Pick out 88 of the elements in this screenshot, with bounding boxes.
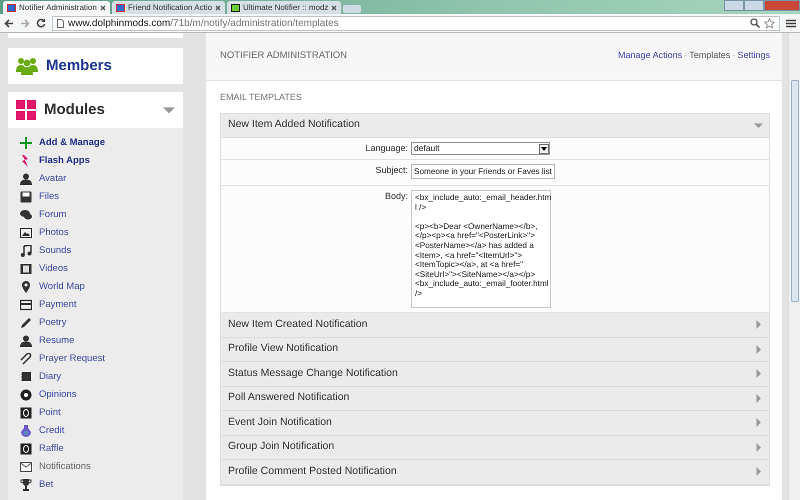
modules-icon [16, 100, 36, 120]
sidebar-item[interactable]: Point [20, 404, 183, 422]
nav-link[interactable]: Manage Actions [618, 50, 682, 60]
sidebar-item[interactable]: Resume [20, 332, 183, 350]
reload-icon[interactable] [36, 18, 46, 28]
sidebar-item[interactable]: Videos [20, 260, 183, 278]
dropdown-arrow-icon [541, 146, 547, 150]
sidebar-item[interactable]: Flash Apps [20, 152, 183, 170]
paperclip-icon [20, 353, 32, 365]
book-icon [20, 371, 32, 383]
sidebar-item[interactable]: Credit [20, 422, 183, 440]
coin-icon [20, 443, 32, 455]
envelope-icon [20, 461, 32, 473]
caret-icon [754, 394, 763, 403]
close-icon[interactable] [100, 4, 106, 10]
nav-link[interactable]: Templates [689, 50, 730, 60]
accordion-header[interactable]: Event Join Notification [221, 411, 769, 436]
sidebar-item[interactable]: World Map [20, 278, 183, 296]
subject-field[interactable]: Someone in your Friends or Faves list [411, 164, 555, 179]
separator-dot: · [732, 50, 736, 62]
separator-dot: · [684, 50, 688, 62]
star-icon[interactable] [764, 18, 775, 28]
caret-icon [754, 442, 763, 452]
sidebar-item[interactable]: Raffle [20, 440, 183, 458]
caret-icon [754, 120, 763, 130]
favicon-icon [231, 4, 240, 12]
coin-icon [20, 407, 32, 419]
section-title: EMAIL TEMPLATES [219, 91, 303, 104]
caret-icon [754, 369, 763, 378]
close-icon[interactable] [215, 4, 222, 10]
accordion-header[interactable]: Profile View Notification [221, 338, 769, 362]
plus-icon [20, 137, 32, 149]
nav-link[interactable]: Settings [737, 50, 770, 60]
speech-bubbles-icon [20, 209, 32, 221]
caret-icon [754, 344, 763, 354]
body-field[interactable]: <bx_include_auto:_email_header.htm l /> <p><b>Dear <OwnerName></b>, </p><p><a href="<PosterLink>"> <PosterName></a> has added a <Item>, <a href="<ItemUrl>"> <ItemTopic></a>, at <a href=" <SiteUrl>"><SiteName></a></p> <bx_include_auto:_email_footer.html /> [411, 190, 551, 308]
browser-tab[interactable]: Notifier Administration [3, 1, 110, 14]
sidebar-item[interactable]: Prayer Request [20, 350, 183, 368]
menu-icon[interactable] [786, 18, 796, 28]
accordion-header[interactable]: Group Join Notification [221, 436, 769, 460]
sidebar-item[interactable]: Avatar [20, 170, 183, 188]
caret-icon [754, 467, 763, 476]
language-select[interactable]: default [411, 142, 550, 155]
address-field[interactable]: www.dolphinmods.com/71b/m/notify/administration/templates [52, 16, 780, 30]
sidebar-item[interactable]: Files [20, 188, 183, 206]
accordion-header[interactable]: New Item Created Notification [221, 313, 769, 338]
members-header: Members [8, 48, 183, 84]
accordion-header[interactable]: Profile Comment Posted Notification [221, 460, 769, 484]
sidebar-item[interactable]: Notifications [20, 458, 183, 476]
accordion-header[interactable]: New Item Added Notification [221, 114, 769, 138]
field-label: Body: [384, 190, 409, 203]
browser-tab[interactable]: Friend Notification Actio [112, 1, 226, 14]
favicon-icon [116, 4, 125, 12]
sidebar-item[interactable]: Sounds [20, 242, 183, 260]
pencil-icon [20, 317, 32, 329]
accordion-header[interactable]: Status Message Change Notification [221, 362, 769, 386]
close-icon[interactable] [331, 4, 338, 10]
person-icon [20, 173, 32, 185]
field-label: Subject: [374, 164, 409, 177]
credit-card-icon [20, 299, 32, 311]
person-icon [20, 335, 32, 347]
sidebar-item[interactable]: Bet [20, 476, 183, 494]
sidebar-item[interactable]: Payment [20, 296, 183, 314]
modules-header[interactable]: Modules [8, 92, 183, 128]
scrollbar[interactable] [788, 33, 800, 500]
accordion-header[interactable]: Poll Answered Notification [221, 386, 769, 411]
back-icon[interactable] [4, 18, 14, 28]
browser-tab[interactable]: Ultimate Notifier :: modz [227, 1, 342, 14]
sidebar-item[interactable]: Forum [20, 206, 183, 224]
sidebar-item[interactable]: Opinions [20, 386, 183, 404]
circle-icon [20, 389, 32, 401]
sidebar-item[interactable]: Poetry [20, 314, 183, 332]
caret-icon [754, 320, 763, 330]
sidebar-item[interactable]: Photos [20, 224, 183, 242]
favicon-icon [7, 4, 16, 12]
caret-icon [754, 418, 763, 428]
image-icon [20, 227, 32, 239]
sidebar-item[interactable]: Add & Manage [20, 134, 183, 152]
members-icon [16, 57, 38, 75]
zoom-icon[interactable] [750, 18, 760, 28]
map-pin-icon [20, 281, 32, 293]
sidebar-item[interactable]: Diary [20, 368, 183, 386]
page-icon [57, 18, 64, 28]
trophy-icon [20, 479, 32, 491]
field-label: Language: [364, 142, 409, 155]
panel-title: NOTIFIER ADMINISTRATION [220, 49, 348, 64]
potion-icon [20, 425, 32, 437]
music-note-icon [20, 245, 32, 257]
